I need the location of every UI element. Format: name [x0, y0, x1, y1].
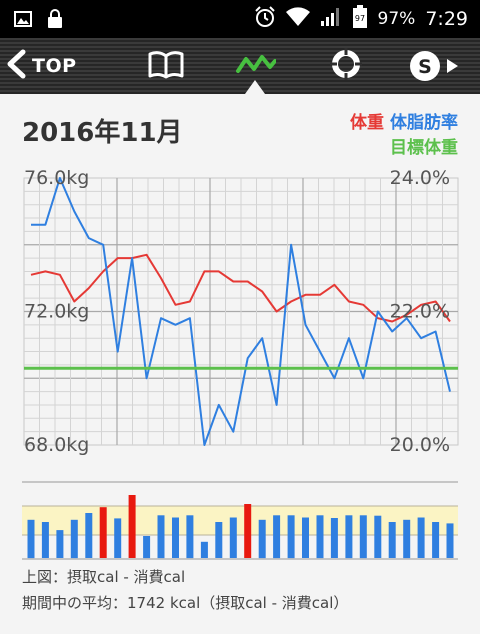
- battery-percent: 97%: [377, 9, 416, 29]
- y-left-tick-label: 68.0kg: [24, 434, 89, 456]
- calorie-bar: [388, 522, 396, 558]
- calorie-bar: [345, 515, 353, 559]
- page-title: 2016年11月: [22, 118, 183, 148]
- calorie-bar: [27, 519, 35, 559]
- active-tab-indicator: [245, 80, 265, 94]
- line-graph-icon: [236, 51, 277, 81]
- s-menu-button[interactable]: S: [405, 38, 469, 94]
- calorie-bar: [143, 536, 151, 559]
- status-right: 97 97% 7:29: [254, 5, 468, 33]
- calorie-bar: [186, 515, 194, 559]
- nav-bar: TOP S: [0, 38, 480, 94]
- s-label: S: [418, 56, 432, 78]
- calorie-bar: [417, 517, 425, 558]
- clock: 7:29: [425, 8, 468, 30]
- signal-icon: [320, 7, 342, 31]
- y-right-tick-label: 22.0%: [390, 301, 450, 323]
- status-left: [14, 9, 64, 33]
- battery-level-badge: 97: [354, 14, 364, 23]
- calorie-bar: [56, 530, 64, 558]
- calorie-bar: [157, 515, 165, 559]
- y-left-tick-label: 72.0kg: [24, 301, 89, 323]
- calorie-bar: [172, 517, 179, 558]
- alarm-icon: [254, 6, 276, 32]
- calorie-bar: [374, 515, 382, 558]
- diary-tab[interactable]: [140, 38, 192, 94]
- legend-weight: 体重: [350, 113, 384, 133]
- y-right-tick-label: 24.0%: [390, 167, 450, 189]
- wifi-icon: [285, 7, 310, 31]
- calorie-bar: [215, 522, 223, 558]
- status-bar: 97 97% 7:29: [0, 0, 480, 38]
- calorie-bar: [200, 541, 208, 558]
- calorie-bar: [403, 519, 411, 559]
- calorie-bar: [85, 513, 93, 558]
- lock-notification-icon: [46, 9, 64, 33]
- legend-body-fat: 体脂肪率: [390, 113, 458, 133]
- battery-icon: 97: [352, 5, 368, 33]
- calorie-bar: [70, 519, 78, 559]
- calorie-bar: [244, 504, 252, 558]
- calorie-bar: [287, 515, 295, 559]
- calorie-bar: [41, 522, 49, 558]
- calorie-bar: [273, 515, 281, 559]
- ring-chart-icon: [330, 48, 362, 84]
- calorie-bar: [446, 523, 454, 558]
- calorie-bar: [359, 515, 367, 559]
- calorie-bar: [302, 517, 309, 558]
- calorie-bar: [330, 518, 338, 558]
- calorie-bar-chart: [22, 481, 458, 560]
- play-arrow-icon: [447, 59, 458, 73]
- weight-fat-chart: 76.0kg 72.0kg 68.0kg 24.0% 22.0% 20.0%: [23, 167, 459, 456]
- y-left-tick-label: 76.0kg: [24, 167, 89, 189]
- calorie-bar: [316, 515, 324, 559]
- calorie-bar: [229, 517, 237, 558]
- chevron-left-icon: [4, 49, 30, 83]
- calorie-average-text: 期間中の平均：1742 kcal（摂取cal - 消費cal）: [22, 594, 349, 612]
- calorie-bar: [258, 519, 266, 559]
- image-notification-icon: [14, 10, 32, 32]
- summary-tab[interactable]: [320, 38, 372, 94]
- back-to-top-button[interactable]: TOP: [4, 38, 94, 94]
- calorie-bars: [22, 481, 458, 560]
- book-icon: [148, 49, 184, 83]
- calorie-bar: [128, 495, 136, 558]
- calorie-bar: [99, 507, 107, 558]
- calorie-bar: [114, 518, 122, 558]
- calorie-chart-caption: 上図：摂取cal - 消費cal: [22, 568, 186, 586]
- y-right-tick-label: 20.0%: [390, 434, 450, 456]
- calorie-bar: [432, 522, 440, 558]
- back-label: TOP: [32, 55, 77, 77]
